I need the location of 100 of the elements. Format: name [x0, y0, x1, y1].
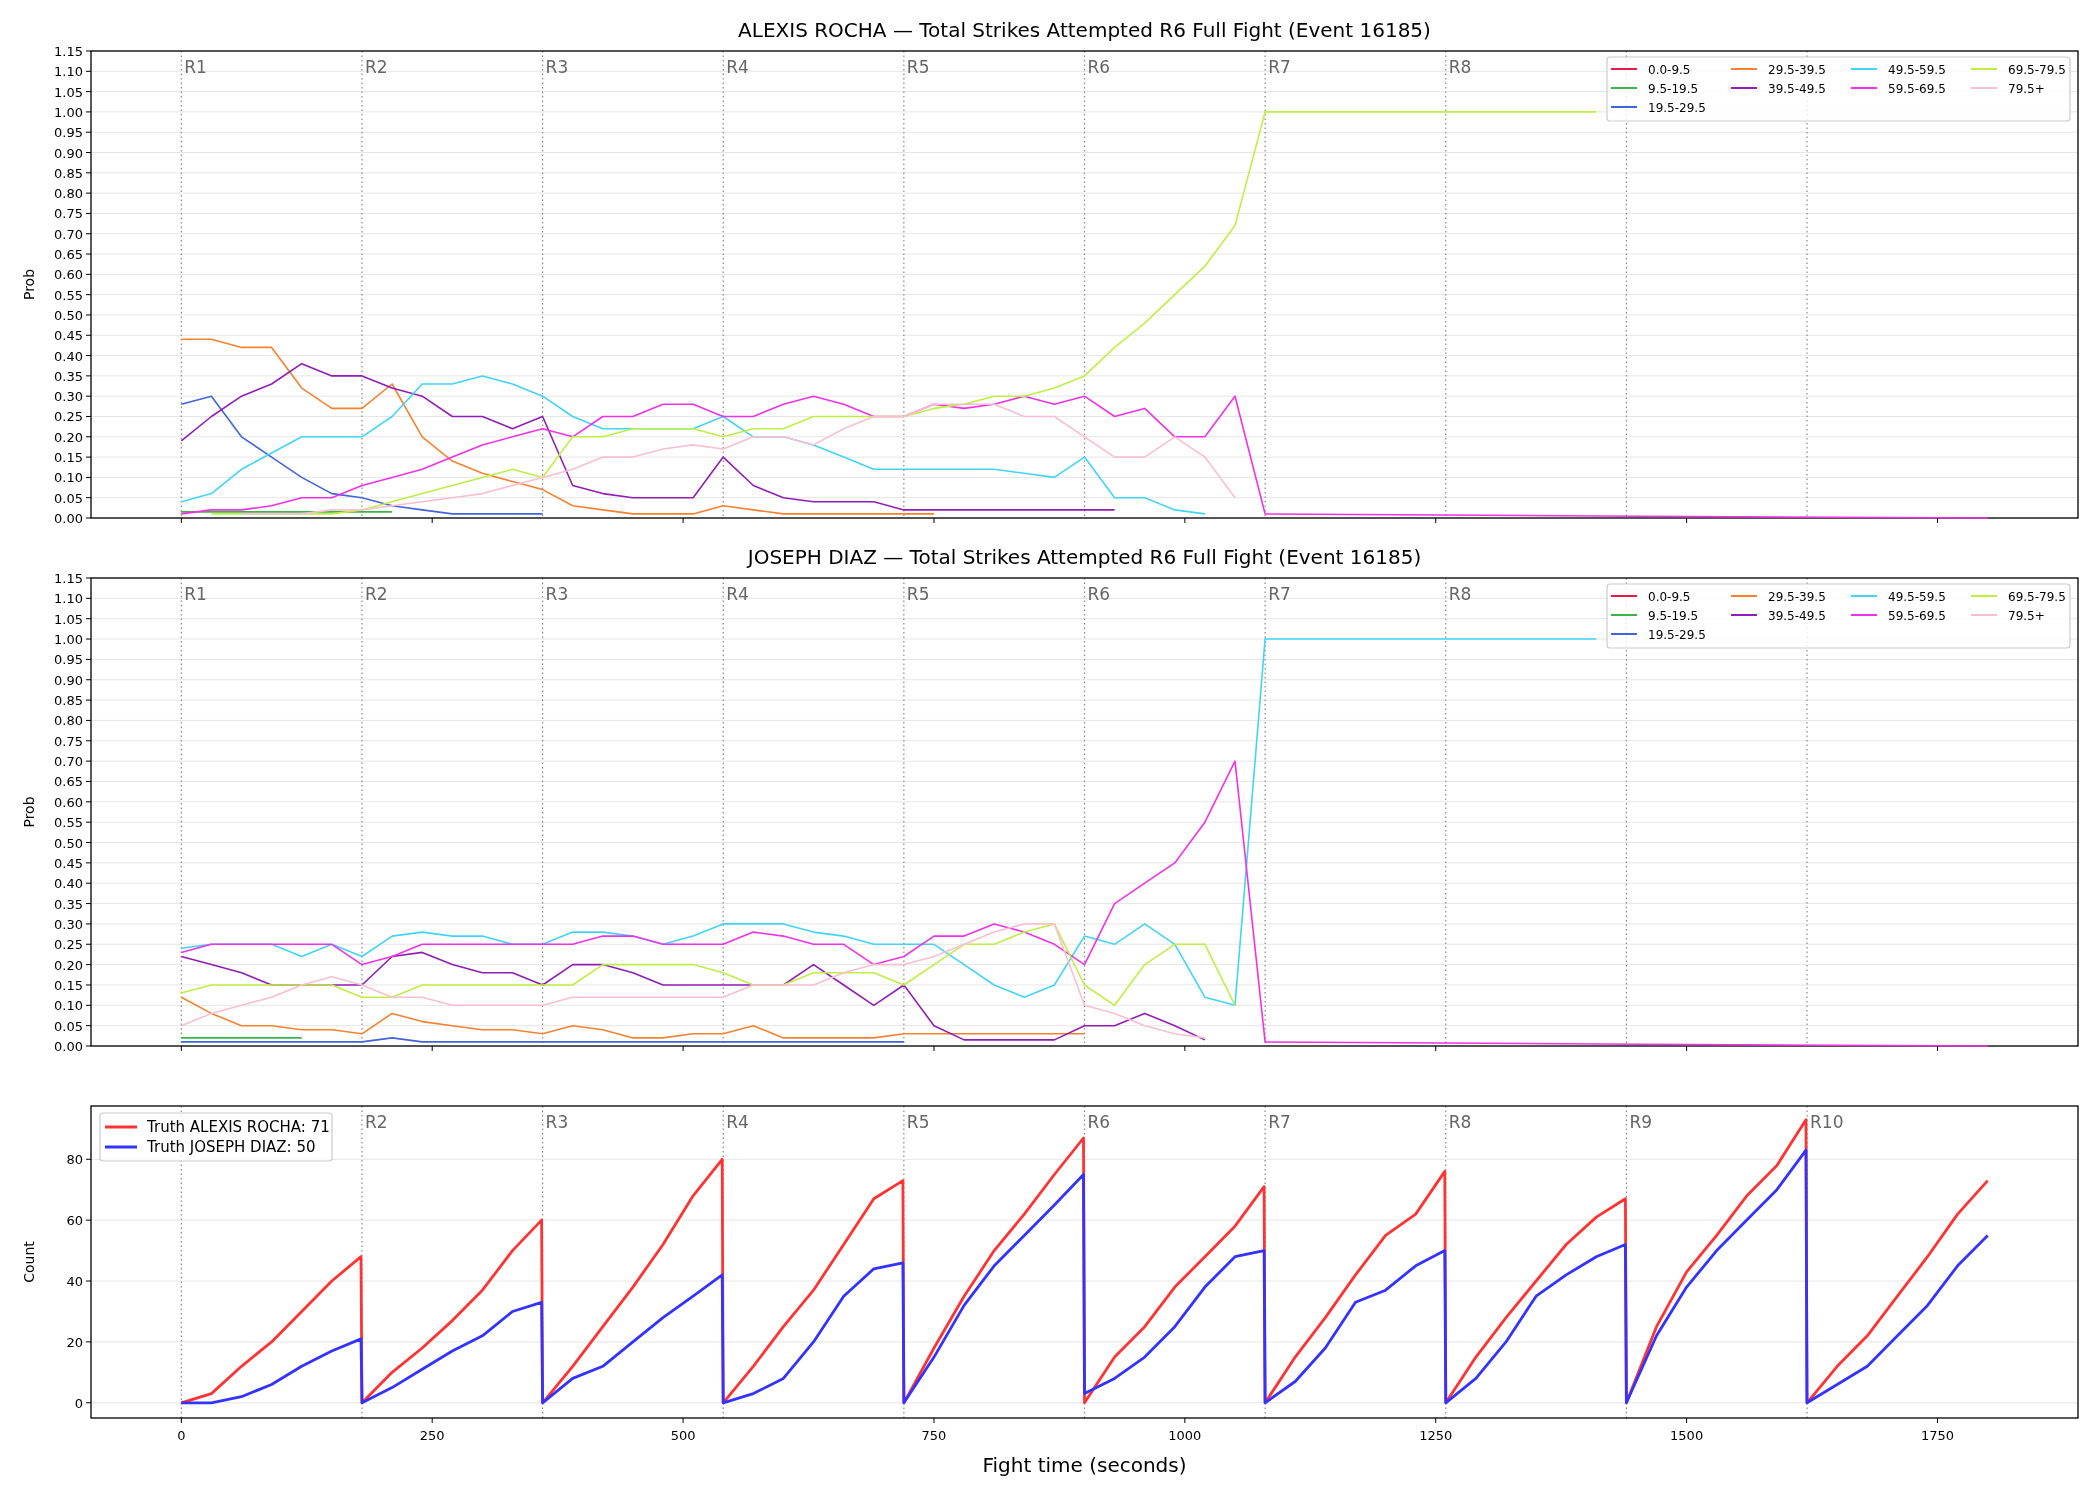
legend-label: 29.5-39.5	[1768, 590, 1826, 604]
y-tick-label: 1.15	[54, 571, 83, 586]
y-tick-label: 0.50	[54, 307, 83, 323]
x-tick-label: 1000	[1168, 1428, 1202, 1443]
y-tick-label: 0.00	[54, 511, 83, 526]
y-tick-label: 0.95	[54, 652, 83, 668]
y-tick-label: 1.05	[54, 611, 83, 627]
legend-label: 19.5-29.5	[1648, 628, 1706, 642]
legend-label: 0.0-9.5	[1648, 63, 1691, 77]
y-tick-label: 0.15	[54, 450, 83, 466]
legend-label: 39.5-49.5	[1768, 609, 1826, 623]
round-label: R5	[906, 57, 930, 77]
round-label: R4	[726, 584, 749, 604]
y-tick-label: 0	[74, 1395, 83, 1411]
round-label: R1	[184, 584, 207, 604]
round-label: R6	[1087, 584, 1111, 604]
round-label: R4	[726, 57, 749, 77]
round-label: R8	[1448, 584, 1472, 604]
y-tick-label: 0.65	[54, 247, 83, 263]
y-tick-label: 0.60	[54, 267, 83, 283]
y-tick-label: 80	[66, 1152, 83, 1168]
y-tick-label: 60	[66, 1213, 83, 1229]
y-tick-label: 1.10	[54, 64, 83, 80]
legend-label: 19.5-29.5	[1648, 101, 1706, 115]
round-label: R7	[1268, 1112, 1291, 1132]
y-tick-label: 0.30	[54, 916, 83, 932]
y-axis-label: Prob	[21, 796, 37, 828]
y-tick-label: 1.10	[54, 591, 83, 607]
x-tick-label: 750	[921, 1428, 947, 1443]
y-tick-label: 0.75	[54, 206, 83, 222]
round-label: R9	[1629, 1112, 1653, 1132]
legend-label: 9.5-19.5	[1648, 82, 1699, 96]
y-tick-label: 0.85	[54, 165, 83, 181]
y-tick-label: 0.05	[54, 1018, 83, 1034]
y-tick-label: 0.30	[54, 389, 83, 405]
round-label: R2	[364, 1112, 388, 1132]
y-tick-label: 0.90	[54, 145, 83, 161]
legend-label: 79.5+	[2008, 82, 2045, 96]
y-tick-label: 0.55	[54, 287, 83, 303]
y-tick-label: 0.25	[54, 937, 83, 953]
round-label: R8	[1448, 57, 1472, 77]
round-label: R5	[906, 584, 930, 604]
y-tick-label: 0.60	[54, 794, 83, 810]
x-tick-label: 1250	[1419, 1428, 1453, 1443]
legend-label: 39.5-49.5	[1768, 82, 1826, 96]
legend-label: 69.5-79.5	[2008, 590, 2066, 604]
round-label: R8	[1448, 1112, 1472, 1132]
chart-title: JOSEPH DIAZ — Total Strikes Attempted R6 Full Fight (Event 16185)	[747, 545, 1422, 569]
legend-label: 79.5+	[2008, 609, 2045, 623]
legend-swatch	[105, 1145, 137, 1149]
y-tick-label: 0.25	[54, 409, 83, 425]
y-tick-label: 0.80	[54, 186, 83, 202]
y-tick-label: 0.70	[54, 754, 83, 770]
y-tick-label: 0.45	[54, 328, 83, 344]
y-tick-label: 0.40	[54, 348, 83, 364]
y-tick-label: 40	[66, 1274, 83, 1289]
y-axis-label: Prob	[21, 268, 37, 301]
y-axis-label: Count	[21, 1241, 37, 1283]
y-tick-label: 1.00	[54, 632, 83, 648]
round-label: R2	[364, 584, 388, 604]
legend-label: 49.5-59.5	[1888, 590, 1946, 604]
round-label: R6	[1087, 1112, 1111, 1132]
round-label: R10	[1810, 1112, 1844, 1132]
chart-title: ALEXIS ROCHA — Total Strikes Attempted R6 Full Fight (Event 16185)	[738, 18, 1431, 42]
round-label: R5	[906, 1112, 930, 1132]
x-axis-label: Fight time (seconds)	[982, 1453, 1187, 1477]
legend-label: 59.5-69.5	[1888, 609, 1946, 623]
round-label: R3	[545, 584, 569, 604]
x-tick-label: 1750	[1920, 1428, 1955, 1443]
y-tick-label: 20	[66, 1334, 83, 1350]
y-tick-label: 0.35	[54, 896, 83, 912]
legend-label: Truth JOSEPH DIAZ: 50	[147, 1138, 316, 1156]
y-tick-label: 0.50	[54, 835, 83, 851]
legend-label: 49.5-59.5	[1888, 63, 1946, 77]
y-tick-label: 0.75	[54, 733, 83, 749]
round-label: R7	[1268, 57, 1291, 77]
y-tick-label: 0.55	[54, 815, 83, 831]
legend-label: 29.5-39.5	[1768, 63, 1826, 77]
y-tick-label: 1.05	[54, 84, 83, 100]
y-tick-label: 0.80	[54, 713, 83, 729]
x-tick-label: 0	[177, 1428, 186, 1443]
y-tick-label: 0.00	[54, 1039, 83, 1054]
round-label: R3	[545, 1112, 569, 1132]
x-tick-label: 250	[419, 1428, 445, 1443]
round-label: R1	[184, 57, 207, 77]
legend-swatch	[105, 1125, 137, 1129]
legend-label: 0.0-9.5	[1648, 590, 1691, 604]
legend-label: 59.5-69.5	[1888, 82, 1946, 96]
y-tick-label: 0.10	[54, 470, 83, 486]
y-tick-label: 0.65	[54, 774, 83, 790]
y-tick-label: 0.20	[54, 429, 83, 445]
y-tick-label: 0.85	[54, 693, 83, 709]
round-label: R6	[1087, 57, 1111, 77]
y-tick-label: 0.90	[54, 672, 83, 688]
round-label: R4	[726, 1112, 749, 1132]
round-label: R3	[545, 57, 569, 77]
y-tick-label: 0.20	[54, 957, 83, 973]
y-tick-label: 0.95	[54, 125, 83, 141]
legend-label: 69.5-79.5	[2008, 63, 2066, 77]
legend-label: 9.5-19.5	[1648, 609, 1699, 623]
